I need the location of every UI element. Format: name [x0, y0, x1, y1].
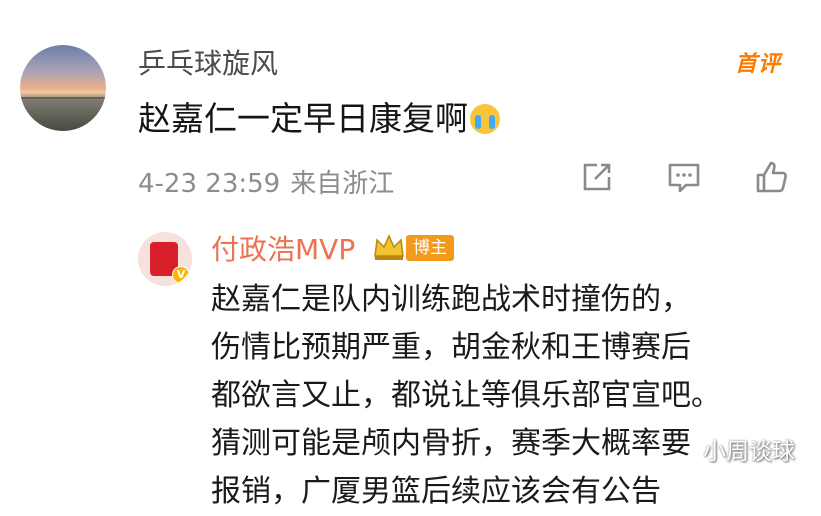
commenter-avatar[interactable] [20, 45, 106, 131]
verified-icon: V [172, 266, 190, 284]
reply-line: 伤情比预期严重，胡金秋和王博赛后 [211, 330, 691, 365]
comment-icon [668, 163, 700, 193]
reply-text: 赵嘉仁是队内训练跑战术时撞伤的， 伤情比预期严重，胡金秋和王博赛后 都欲言又止，… [211, 276, 811, 516]
watermark: 小周谈球 [703, 439, 795, 465]
avatar-horizon [20, 97, 106, 99]
reply-line: 赵嘉仁是队内训练跑战术时撞伤的， [211, 282, 691, 317]
share-icon [583, 163, 611, 191]
crying-emoji-icon [470, 104, 500, 134]
share-button[interactable] [577, 157, 617, 197]
comment-text: 赵嘉仁一定早日康复啊 [138, 92, 500, 140]
reply-line: 报销，广厦男篮后续应该会有公告 [211, 474, 661, 509]
comment-meta: 4-23 23:59 来自浙江 [138, 163, 394, 200]
like-button[interactable] [752, 157, 792, 197]
replier-name[interactable]: 付政浩MVP [211, 228, 355, 268]
comment-timestamp: 4-23 23:59 [138, 169, 281, 199]
replier-avatar[interactable]: V [138, 232, 192, 286]
like-icon [756, 161, 787, 193]
blogger-badge: 博主 [406, 235, 454, 261]
comment-location: 来自浙江 [290, 169, 395, 199]
comment-body: 赵嘉仁一定早日康复啊 [138, 99, 468, 138]
reply-line: 都欲言又止，都说让等俱乐部官宣吧。 [211, 378, 721, 413]
first-comment-badge: 首评 [735, 52, 782, 77]
commenter-name[interactable]: 乒乓球旋风 [138, 42, 278, 82]
crown-icon [374, 234, 404, 260]
comment-button[interactable] [664, 157, 704, 197]
